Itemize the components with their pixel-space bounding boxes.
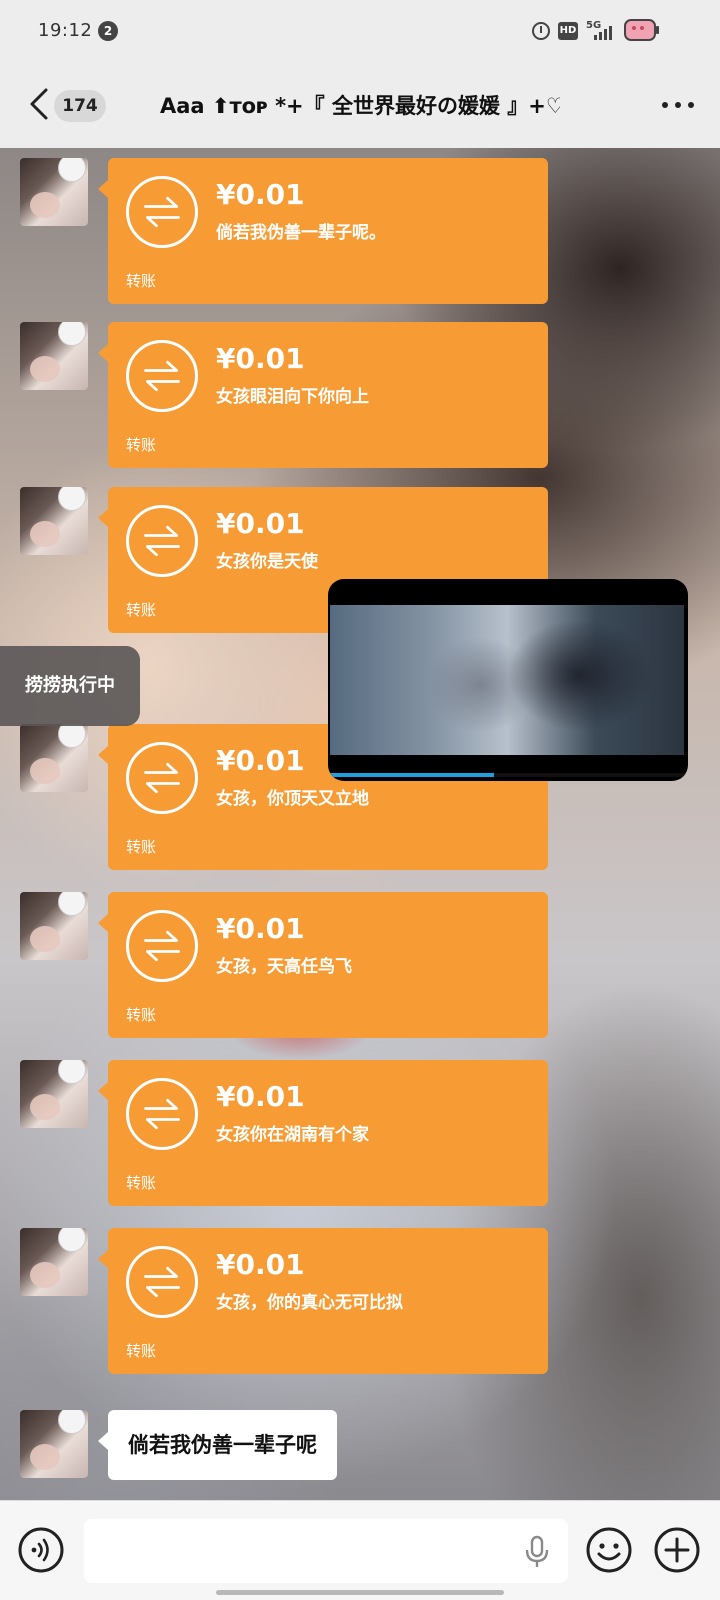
- alarm-icon: [532, 22, 550, 40]
- signal-icon: 5G: [586, 20, 616, 42]
- hd-icon: HD: [558, 22, 578, 40]
- transfer-label: 转账: [126, 272, 157, 290]
- transfer-amount: ¥0.01: [216, 342, 305, 375]
- transfer-card[interactable]: ¥0.01 倘若我伪善一辈子呢。 转账: [98, 158, 548, 304]
- transfer-amount: ¥0.01: [216, 744, 305, 777]
- chat-input-bar: [0, 1500, 720, 1600]
- transfer-note: 女孩你是天使: [216, 552, 318, 572]
- transfer-note: 倘若我伪善一辈子呢。: [216, 223, 386, 243]
- transfer-label: 转账: [126, 436, 157, 454]
- transfer-card[interactable]: ¥0.01 女孩，天高任鸟飞 转账: [98, 892, 548, 1038]
- message-input[interactable]: [84, 1519, 568, 1583]
- plus-icon[interactable]: [654, 1527, 700, 1573]
- transfer-note: 女孩，你顶天又立地: [216, 789, 369, 809]
- chat-title[interactable]: Aaa ⬆︎ᴛᴏᴘ *+『 全世界最好の媛媛 』+♡!!: [160, 86, 560, 126]
- avatar[interactable]: [20, 892, 88, 960]
- emoji-icon[interactable]: [586, 1527, 632, 1573]
- transfer-label: 转账: [126, 1342, 157, 1360]
- status-bar: 19:12 2 HD 5G: [0, 0, 720, 62]
- text-message-bubble[interactable]: 倘若我伪善一辈子呢: [98, 1410, 337, 1480]
- avatar[interactable]: [20, 1228, 88, 1296]
- video-frame[interactable]: [330, 605, 684, 755]
- transfer-card[interactable]: ¥0.01 女孩，你的真心无可比拟 转账: [98, 1228, 548, 1374]
- transfer-label: 转账: [126, 601, 157, 619]
- transfer-note: 女孩，天高任鸟飞: [216, 957, 352, 977]
- transfer-arrows-icon: [126, 742, 198, 814]
- notification-badge: 2: [98, 21, 118, 41]
- avatar[interactable]: [20, 158, 88, 226]
- transfer-arrows-icon: [126, 1246, 198, 1318]
- battery-icon: [624, 19, 659, 41]
- transfer-card[interactable]: ¥0.01 女孩你在湖南有个家 转账: [98, 1060, 548, 1206]
- transfer-amount: ¥0.01: [216, 912, 305, 945]
- unread-count-badge[interactable]: 174: [54, 90, 106, 122]
- avatar[interactable]: [20, 1060, 88, 1128]
- avatar[interactable]: [20, 724, 88, 792]
- transfer-amount: ¥0.01: [216, 178, 305, 211]
- transfer-note: 女孩你在湖南有个家: [216, 1125, 369, 1145]
- transfer-arrows-icon: [126, 340, 198, 412]
- status-time: 19:12: [38, 20, 93, 41]
- back-arrow-icon[interactable]: [26, 86, 52, 122]
- transfer-note: 女孩，你的真心无可比拟: [216, 1293, 403, 1313]
- transfer-arrows-icon: [126, 1078, 198, 1150]
- video-progress-fill: [328, 773, 494, 777]
- floating-status-badge[interactable]: 捞捞执行中: [0, 646, 140, 726]
- transfer-label: 转账: [126, 1006, 157, 1024]
- microphone-icon[interactable]: [522, 1535, 552, 1569]
- voice-mode-icon[interactable]: [18, 1527, 64, 1573]
- avatar[interactable]: [20, 487, 88, 555]
- avatar[interactable]: [20, 322, 88, 390]
- transfer-arrows-icon: [126, 176, 198, 248]
- video-progress-bar[interactable]: [328, 773, 688, 777]
- chat-message-list[interactable]: ¥0.01 倘若我伪善一辈子呢。 转账 ¥0.01 女孩眼泪向下你向上 转账 ¥…: [0, 148, 720, 1500]
- transfer-arrows-icon: [126, 910, 198, 982]
- transfer-card[interactable]: ¥0.01 女孩眼泪向下你向上 转账: [98, 322, 548, 468]
- transfer-amount: ¥0.01: [216, 507, 305, 540]
- transfer-label: 转账: [126, 838, 157, 856]
- transfer-amount: ¥0.01: [216, 1080, 305, 1113]
- transfer-amount: ¥0.01: [216, 1248, 305, 1281]
- transfer-note: 女孩眼泪向下你向上: [216, 387, 369, 407]
- transfer-label: 转账: [126, 1174, 157, 1192]
- floating-video-player[interactable]: [328, 579, 688, 781]
- transfer-arrows-icon: [126, 505, 198, 577]
- home-indicator[interactable]: [216, 1590, 504, 1595]
- more-options-icon[interactable]: [662, 100, 694, 110]
- chat-header: 174 Aaa ⬆︎ᴛᴏᴘ *+『 全世界最好の媛媛 』+♡!!: [0, 62, 720, 148]
- avatar[interactable]: [20, 1410, 88, 1478]
